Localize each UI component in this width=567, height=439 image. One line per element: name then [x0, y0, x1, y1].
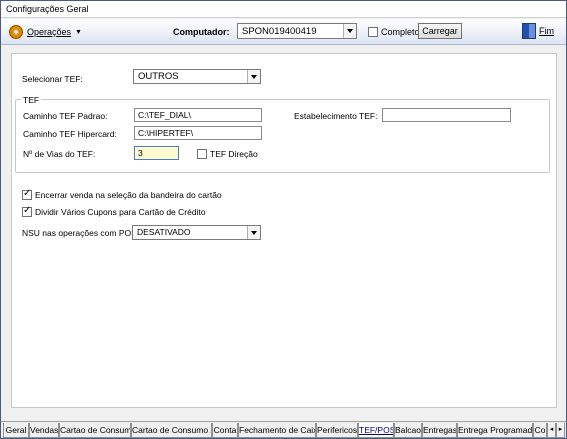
copies-input[interactable]: 3 — [134, 146, 179, 160]
split-coupons-checkbox[interactable] — [22, 205, 32, 217]
tab-label: Entrega Programada — [458, 425, 533, 435]
tab-label: Cartao de Consumo 2 — [132, 425, 212, 435]
operations-label: Operações — [27, 27, 72, 37]
path-hipercard-label: Caminho TEF Hipercard: — [23, 129, 117, 139]
complete-checkbox[interactable] — [368, 27, 378, 37]
exit-label: Fim — [539, 26, 554, 36]
tab-geral[interactable]: Geral — [3, 423, 29, 438]
computer-select-value: SPON019400419 — [242, 26, 317, 37]
tab-label: Balcao — [395, 425, 421, 435]
tab-perifericos[interactable]: Perifericos — [316, 423, 358, 438]
select-tef-label: Selecionar TEF: — [22, 74, 83, 84]
tab-label: Co — [534, 425, 546, 435]
tef-direction-checkbox[interactable] — [197, 149, 207, 159]
tab-label: TEF/POS — [359, 425, 394, 435]
tab-entregas[interactable]: Entregas — [422, 423, 457, 438]
chevron-down-icon[interactable] — [343, 24, 356, 38]
exit-button[interactable]: Fim — [522, 23, 554, 39]
tab-scroll-left[interactable]: ◂ — [547, 423, 556, 438]
tef-direction-label: TEF Direção — [210, 149, 258, 159]
operations-menu[interactable]: Operações ▼ — [9, 25, 82, 39]
exit-door-icon — [522, 23, 536, 39]
tab-cartao-consumo[interactable]: Cartao de Consumo — [59, 423, 131, 438]
toolbar: Operações ▼ Computador: SPON019400419 Co… — [1, 19, 566, 45]
close-sale-checkbox[interactable] — [22, 188, 32, 200]
establishment-label: Estabelecimento TEF: — [294, 111, 378, 121]
nsu-value: DESATIVADO — [137, 227, 191, 237]
nsu-label: NSU nas operações com POS: — [22, 228, 140, 238]
window-title: Configurações Geral — [6, 4, 89, 14]
establishment-input[interactable] — [382, 108, 511, 122]
tab-strip: Geral Vendas Cartao de Consumo Cartao de… — [1, 421, 566, 438]
gear-icon — [9, 25, 23, 39]
tab-scroll-right[interactable]: ▸ — [556, 423, 565, 438]
tab-co[interactable]: Co — [533, 423, 547, 438]
path-hipercard-input[interactable]: C:\HIPERTEF\ — [134, 126, 262, 140]
complete-label: Completo — [381, 27, 420, 37]
select-tef-dropdown[interactable]: OUTROS — [133, 69, 261, 84]
load-button-label: Carregar — [422, 26, 458, 36]
tab-tef-pos[interactable]: TEF/POS — [358, 423, 394, 438]
tab-label: Vendas — [30, 425, 59, 435]
tab-label: Entregas — [423, 425, 457, 435]
path-default-label: Caminho TEF Padrao: — [23, 111, 108, 121]
tab-label: Fechamento de Caixa — [239, 425, 316, 435]
tab-cartao-consumo-2[interactable]: Cartao de Consumo 2 — [131, 423, 212, 438]
load-button[interactable]: Carregar — [418, 23, 462, 39]
copies-label: Nº de Vias do TEF: — [23, 149, 96, 159]
close-sale-label: Encerrar venda na seleção da bandeira do… — [35, 190, 222, 200]
tab-label: Perifericos — [317, 425, 358, 435]
chevron-down-icon[interactable] — [247, 226, 260, 239]
computer-select[interactable]: SPON019400419 — [237, 23, 357, 39]
title-bar: Configurações Geral — [1, 1, 566, 18]
tef-group-title: TEF — [21, 95, 42, 105]
select-tef-value: OUTROS — [138, 71, 179, 82]
app-window: Configurações Geral Operações ▼ Computad… — [0, 0, 567, 439]
nsu-dropdown[interactable]: DESATIVADO — [132, 225, 261, 240]
chevron-down-icon[interactable] — [247, 70, 260, 83]
split-coupons-label: Dividir Vários Cupons para Cartão de Cré… — [35, 207, 206, 217]
tab-conta[interactable]: Conta — [212, 423, 238, 438]
tab-label: Cartao de Consumo — [60, 425, 131, 435]
path-default-input[interactable]: C:\TEF_DIAL\ — [134, 108, 262, 122]
tab-label: Geral — [5, 425, 27, 435]
tab-vendas[interactable]: Vendas — [29, 423, 59, 438]
tab-label: Conta — [213, 425, 237, 435]
tab-balcao[interactable]: Balcao — [394, 423, 422, 438]
tab-fechamento-caixa[interactable]: Fechamento de Caixa — [238, 423, 316, 438]
chevron-down-icon: ▼ — [75, 28, 82, 36]
tab-entrega-programada[interactable]: Entrega Programada — [457, 423, 533, 438]
computer-label: Computador: — [173, 27, 230, 37]
